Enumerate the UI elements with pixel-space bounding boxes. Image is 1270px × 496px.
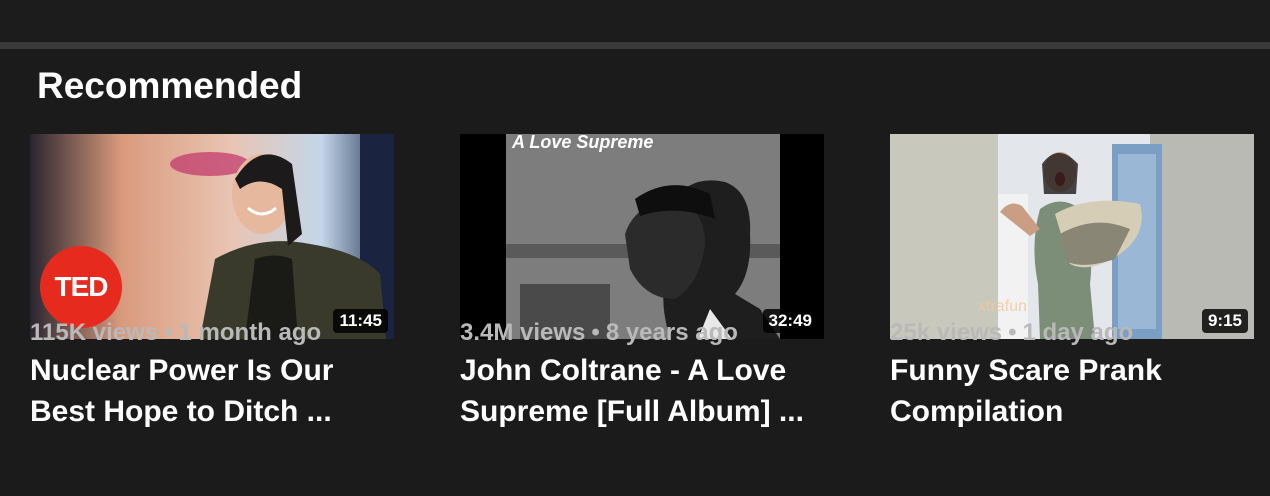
ted-logo: TED xyxy=(40,246,122,328)
prank-video-thumbnail-image xyxy=(890,134,1254,339)
view-count: 3.4M views xyxy=(460,319,586,346)
video-duration: 32:49 xyxy=(762,309,818,333)
upload-age: 8 years ago xyxy=(605,319,738,346)
upload-age: 1 day ago xyxy=(1022,319,1134,346)
meta-separator: • xyxy=(591,319,600,346)
meta-separator: • xyxy=(164,319,173,346)
video-thumbnail[interactable]: A Love Supreme 32:49 xyxy=(460,134,824,339)
video-meta-1: 115K views • 1 month ago xyxy=(30,318,321,348)
ted-logo-text: TED xyxy=(54,271,109,302)
watermark-text: xtrafun xyxy=(978,298,1027,315)
video-meta-3: 25k views • 1 day ago xyxy=(890,318,1133,348)
video-card-1[interactable]: TED 11:45 Nuclear Power Is Our Best Hope… xyxy=(30,134,394,432)
video-thumbnail[interactable]: TED 11:45 xyxy=(30,134,394,339)
video-duration: 11:45 xyxy=(333,309,388,333)
video-thumbnail[interactable]: xtrafun 9:15 xyxy=(890,134,1254,339)
section-title: Recommended xyxy=(37,65,303,106)
view-count: 25k views xyxy=(890,319,1003,346)
video-card-2[interactable]: A Love Supreme 32:49 John Coltrane - A L… xyxy=(460,134,824,432)
video-card-3[interactable]: xtrafun 9:15 Funny Scare Prank Compilati… xyxy=(890,134,1254,432)
video-title[interactable]: John Coltrane - A Love Supreme [Full Alb… xyxy=(460,350,824,432)
video-title[interactable]: Funny Scare Prank Compilation xyxy=(890,350,1254,432)
top-divider xyxy=(0,42,1270,49)
video-duration: 9:15 xyxy=(1201,309,1248,333)
view-count: 115K views xyxy=(30,319,159,346)
album-cover-text: A Love Supreme xyxy=(512,134,654,152)
top-bar xyxy=(0,0,1270,42)
video-meta-2: 3.4M views • 8 years ago xyxy=(460,318,738,348)
meta-separator: • xyxy=(1008,319,1017,346)
video-title[interactable]: Nuclear Power Is Our Best Hope to Ditch … xyxy=(30,350,394,432)
upload-age: 1 month ago xyxy=(178,319,322,346)
